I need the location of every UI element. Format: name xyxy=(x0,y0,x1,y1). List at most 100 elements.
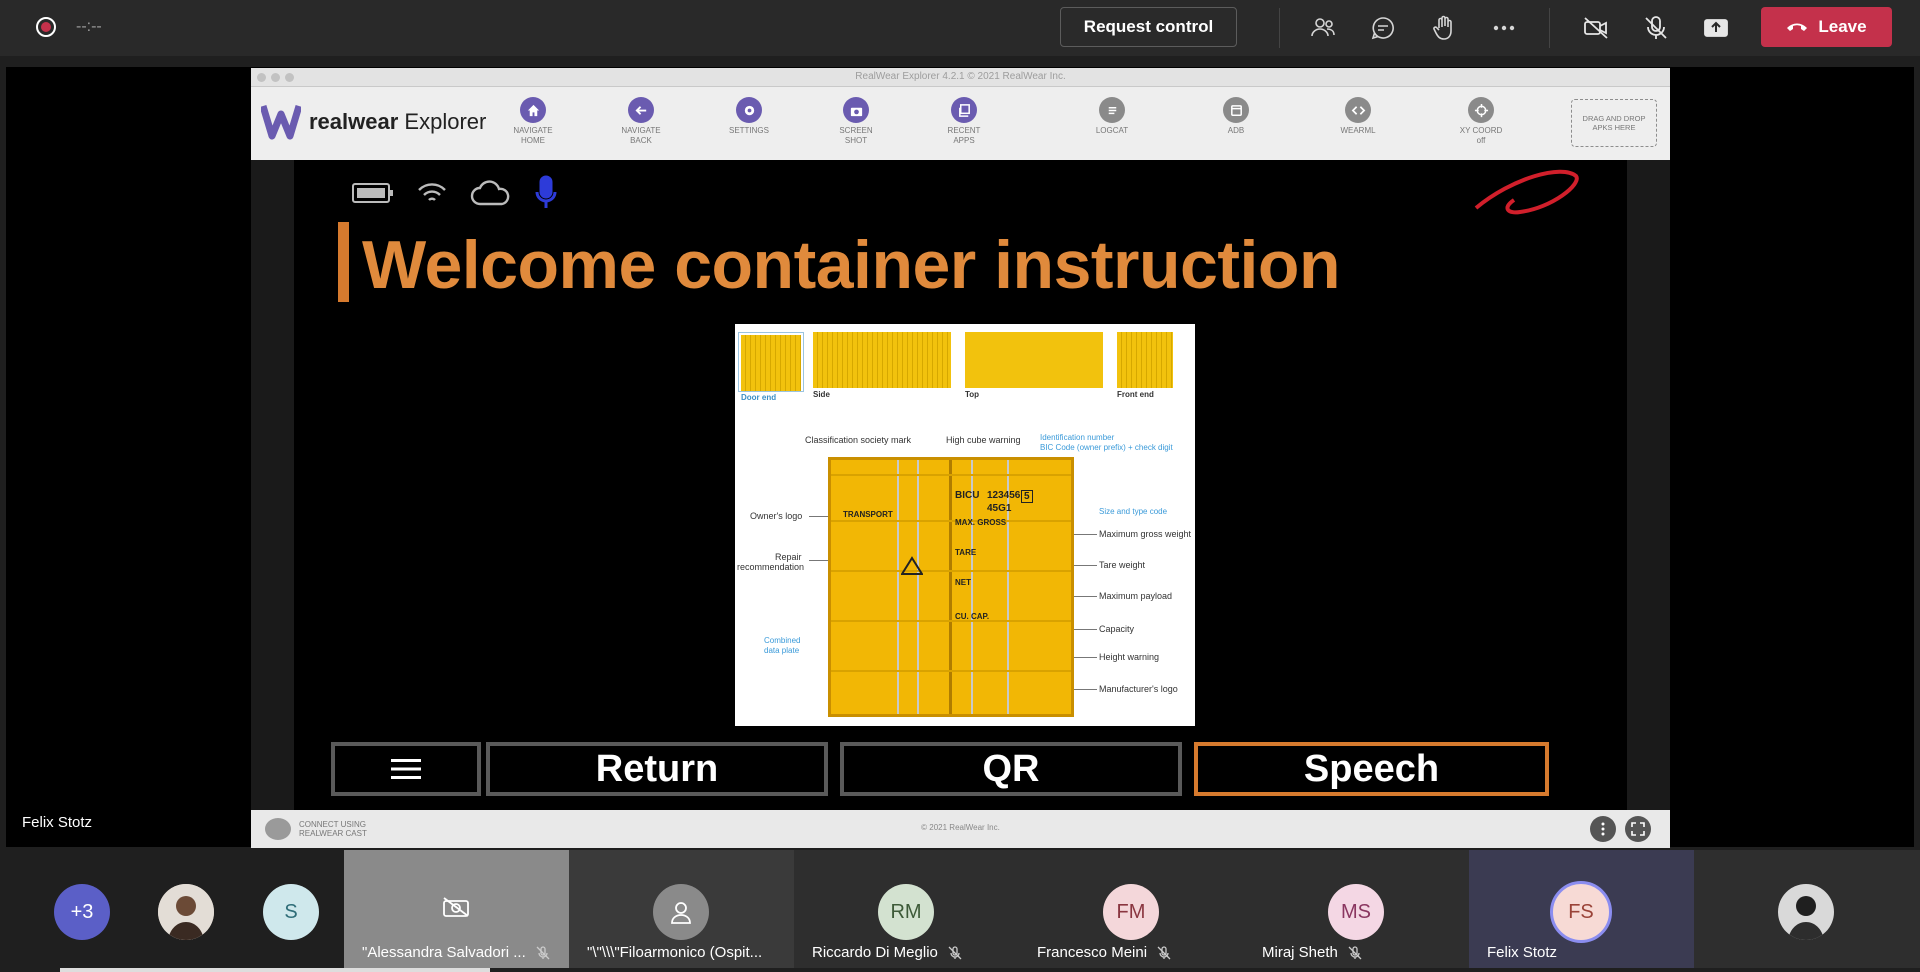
realwear-logo-text: realwear Explorer xyxy=(309,109,487,134)
participant-name: Francesco Meini xyxy=(1037,944,1171,961)
meeting-toolbar: --:-- Request control Leave xyxy=(0,0,1920,56)
thumb-front-end: Front end xyxy=(1117,332,1173,399)
participant-name: "Alessandra Salvadori ... xyxy=(362,944,550,961)
chat-icon[interactable] xyxy=(1367,12,1399,44)
participant-name: Riccardo Di Meglio xyxy=(812,944,962,961)
navigate-home-button[interactable]: NAVIGATE HOME xyxy=(498,97,568,146)
thumb-door-end: Door end xyxy=(738,332,804,402)
avatar: FM xyxy=(1103,884,1159,940)
home-icon xyxy=(520,97,546,123)
overflow-count-avatar[interactable]: +3 xyxy=(54,884,110,940)
thumb-top: Top xyxy=(965,332,1103,399)
menu-button[interactable] xyxy=(331,742,481,796)
leave-button[interactable]: Leave xyxy=(1761,7,1892,47)
mic-off-icon[interactable] xyxy=(1640,12,1672,44)
participant-tile[interactable]: "Alessandra Salvadori ... xyxy=(344,850,569,968)
explorer-footer: CONNECT USING REALWEAR CAST © 2021 RealWe… xyxy=(251,810,1670,848)
hangup-icon xyxy=(1787,23,1808,31)
apk-dropzone[interactable]: DRAG AND DROP APKS HERE xyxy=(1571,99,1657,147)
camera-off-icon xyxy=(443,897,469,917)
screenshot-button[interactable]: SCREEN SHOT xyxy=(821,97,891,146)
speech-button[interactable]: Speech xyxy=(1194,742,1549,796)
participant-name: Miraj Sheth xyxy=(1262,944,1362,961)
return-button[interactable]: Return xyxy=(486,742,828,796)
label-max-payload: Maximum payload xyxy=(1099,591,1173,601)
label-combined-1: Combined xyxy=(764,636,801,645)
label-id-number: Identification number xyxy=(1040,433,1115,442)
qr-button[interactable]: QR xyxy=(840,742,1182,796)
label-tare: Tare weight xyxy=(1099,560,1146,570)
device-screen: Welcome container instruction Door end S… xyxy=(294,160,1627,810)
navigate-back-button[interactable]: NAVIGATE BACK xyxy=(606,97,676,146)
xy-coord-button[interactable]: XY COORD off xyxy=(1446,97,1516,146)
avatar[interactable]: S xyxy=(263,884,319,940)
adb-icon xyxy=(1223,97,1249,123)
explorer-toolbar: realwear Explorer NAVIGATE HOME NAVIGATE B… xyxy=(251,87,1670,160)
label-repair-2: recommendation xyxy=(737,562,805,572)
more-options-icon[interactable] xyxy=(1590,816,1616,842)
participants-icon[interactable] xyxy=(1307,12,1339,44)
label-high-cube: High cube warning xyxy=(946,435,1021,445)
mic-off-icon xyxy=(948,945,962,959)
label-repair-1: Repair xyxy=(775,552,802,562)
heading-accent-bar xyxy=(338,222,349,302)
battery-icon xyxy=(352,183,393,203)
fullscreen-icon[interactable] xyxy=(1625,816,1651,842)
request-control-button[interactable]: Request control xyxy=(1060,7,1237,47)
thumb-side: Side xyxy=(813,332,951,399)
share-icon[interactable] xyxy=(1700,12,1732,44)
participant-name: Felix Stotz xyxy=(1487,944,1558,961)
raise-hand-icon[interactable] xyxy=(1428,12,1460,44)
camera-off-icon[interactable] xyxy=(1580,12,1612,44)
avatar: FS xyxy=(1550,881,1612,943)
adb-button[interactable]: ADB xyxy=(1201,97,1271,136)
container-diagram: Door end Side Top Front end Classificati… xyxy=(735,324,1195,726)
window-titlebar: RealWear Explorer 4.2.1 © 2021 RealWear … xyxy=(251,68,1670,87)
realwear-explorer-window: RealWear Explorer 4.2.1 © 2021 RealWear … xyxy=(251,68,1670,848)
recording-icon xyxy=(36,17,56,37)
label-capacity: Capacity xyxy=(1099,624,1135,634)
avatar: MS xyxy=(1328,884,1384,940)
more-icon[interactable] xyxy=(1488,12,1520,44)
gear-icon xyxy=(736,97,762,123)
label-classification: Classification society mark xyxy=(805,435,912,445)
avatar: RM xyxy=(878,884,934,940)
logcat-button[interactable]: LOGCAT xyxy=(1077,97,1147,136)
label-max-gross: Maximum gross weight xyxy=(1099,529,1192,539)
settings-button[interactable]: SETTINGS xyxy=(714,97,784,136)
scroll-indicator xyxy=(60,968,490,972)
toolbar-divider xyxy=(1279,8,1280,48)
label-height-warning: Height warning xyxy=(1099,652,1160,662)
label-size-type: Size and type code xyxy=(1099,507,1168,516)
participant-tile-speaking[interactable]: FS Felix Stotz xyxy=(1469,850,1694,968)
code-icon xyxy=(1345,97,1371,123)
participant-tile[interactable]: MS Miraj Sheth xyxy=(1244,850,1469,968)
label-bic-code: BIC Code (owner prefix) + check digit xyxy=(1040,443,1173,452)
welcome-heading: Welcome container instruction xyxy=(362,227,1340,303)
container-door-illustration: TRANSPORT BICU 123456 5 45G1 MAX. GROSS … xyxy=(828,457,1074,717)
avatar[interactable] xyxy=(158,884,214,940)
participant-tile[interactable]: FM Francesco Meini xyxy=(1019,850,1244,968)
crosshair-icon xyxy=(1468,97,1494,123)
label-owners-logo: Owner's logo xyxy=(750,511,803,521)
window-title: RealWear Explorer 4.2.1 © 2021 RealWear … xyxy=(855,71,1066,82)
warning-triangle-icon xyxy=(901,556,923,575)
participant-tile[interactable] xyxy=(1694,850,1920,968)
wifi-icon xyxy=(418,183,446,201)
mic-off-icon xyxy=(536,945,550,959)
wearml-button[interactable]: WEARML xyxy=(1323,97,1393,136)
logcat-icon xyxy=(1099,97,1125,123)
participant-tile[interactable]: "\"\\\"Filoarmonico (Ospit... xyxy=(569,850,794,968)
leader-line xyxy=(809,560,829,561)
avatar xyxy=(1778,884,1834,940)
recent-apps-button[interactable]: RECENT APPS xyxy=(929,97,999,146)
meeting-timer: --:-- xyxy=(76,18,102,35)
participant-tile-group: +3 S xyxy=(0,850,344,968)
mic-off-icon xyxy=(1348,945,1362,959)
brand-logo-icon xyxy=(1474,169,1579,215)
label-manufacturer: Manufacturer's logo xyxy=(1099,684,1178,694)
participant-tile[interactable]: RM Riccardo Di Meglio xyxy=(794,850,1019,968)
mic-off-icon xyxy=(1157,945,1171,959)
leader-line xyxy=(809,516,829,517)
participant-strip: +3 S "Alessandra Salvadori ... "\"\\\"Fi… xyxy=(0,850,1920,968)
